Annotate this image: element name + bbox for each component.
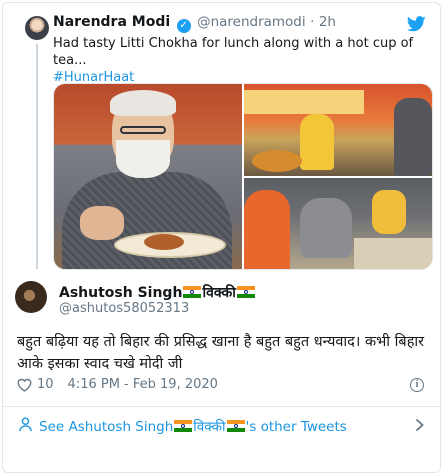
footer-middle: विक्की (193, 419, 226, 435)
twitter-bird-icon[interactable] (407, 16, 426, 32)
photo-seated-at-stall[interactable] (244, 178, 432, 269)
footer-suffix: 's other Tweets (245, 419, 347, 435)
reply-avatar[interactable] (15, 281, 47, 313)
parent-tweet-header: Narendra Modi ✓ @narendramodi · 2h (53, 14, 336, 33)
india-flag-icon (174, 420, 193, 432)
india-flag-icon (183, 286, 202, 298)
parent-avatar[interactable] (25, 16, 49, 40)
see-other-tweets-label[interactable]: See Ashutosh Singh विक्की 's other Tweets (39, 417, 347, 435)
parent-tweet-time[interactable]: 2h (319, 14, 336, 30)
parent-author-name[interactable]: Narendra Modi (53, 14, 170, 30)
embedded-tweet-card: Narendra Modi ✓ @narendramodi · 2h Had t… (2, 2, 441, 473)
user-icon (19, 417, 32, 432)
reply-author-name-middle: विक्की (202, 285, 236, 301)
reply-author-handle[interactable]: @ashutos58052313 (59, 301, 189, 316)
parent-tweet-text: Had tasty Litti Chokha for lunch along w… (53, 35, 423, 86)
footer-prefix: See Ashutosh Singh (39, 419, 174, 435)
info-icon[interactable]: i (410, 378, 424, 392)
heart-icon[interactable] (17, 378, 32, 392)
reply-author-name-prefix: Ashutosh Singh (59, 285, 183, 301)
like-count[interactable]: 10 (37, 377, 54, 392)
thread-line (36, 44, 38, 269)
reply-tweet-text: बहुत बढ़िया यह तो बिहार की प्रसिद्ध खाना… (17, 334, 425, 372)
tweet-photo-grid[interactable] (53, 83, 433, 270)
verified-badge-icon: ✓ (176, 19, 191, 33)
separator-dot: · (310, 14, 315, 30)
see-other-tweets-link[interactable]: See Ashutosh Singh विक्की 's other Tweets (3, 407, 440, 443)
reply-tweet-meta: 10 4:16 PM - Feb 19, 2020 (17, 377, 218, 392)
chevron-right-icon[interactable] (415, 418, 424, 432)
parent-tweet[interactable]: Narendra Modi ✓ @narendramodi · 2h Had t… (3, 3, 440, 273)
india-flag-icon (226, 420, 245, 432)
parent-tweet-body: Had tasty Litti Chokha for lunch along w… (53, 36, 414, 68)
reply-author-name[interactable]: Ashutosh Singh विक्की (59, 283, 256, 302)
photo-food-stall[interactable] (244, 84, 432, 176)
parent-author-handle[interactable]: @narendramodi (197, 14, 306, 30)
india-flag-icon (236, 286, 255, 298)
tweet-timestamp[interactable]: 4:16 PM - Feb 19, 2020 (68, 377, 218, 392)
photo-eating-litti-chokha[interactable] (54, 84, 242, 269)
